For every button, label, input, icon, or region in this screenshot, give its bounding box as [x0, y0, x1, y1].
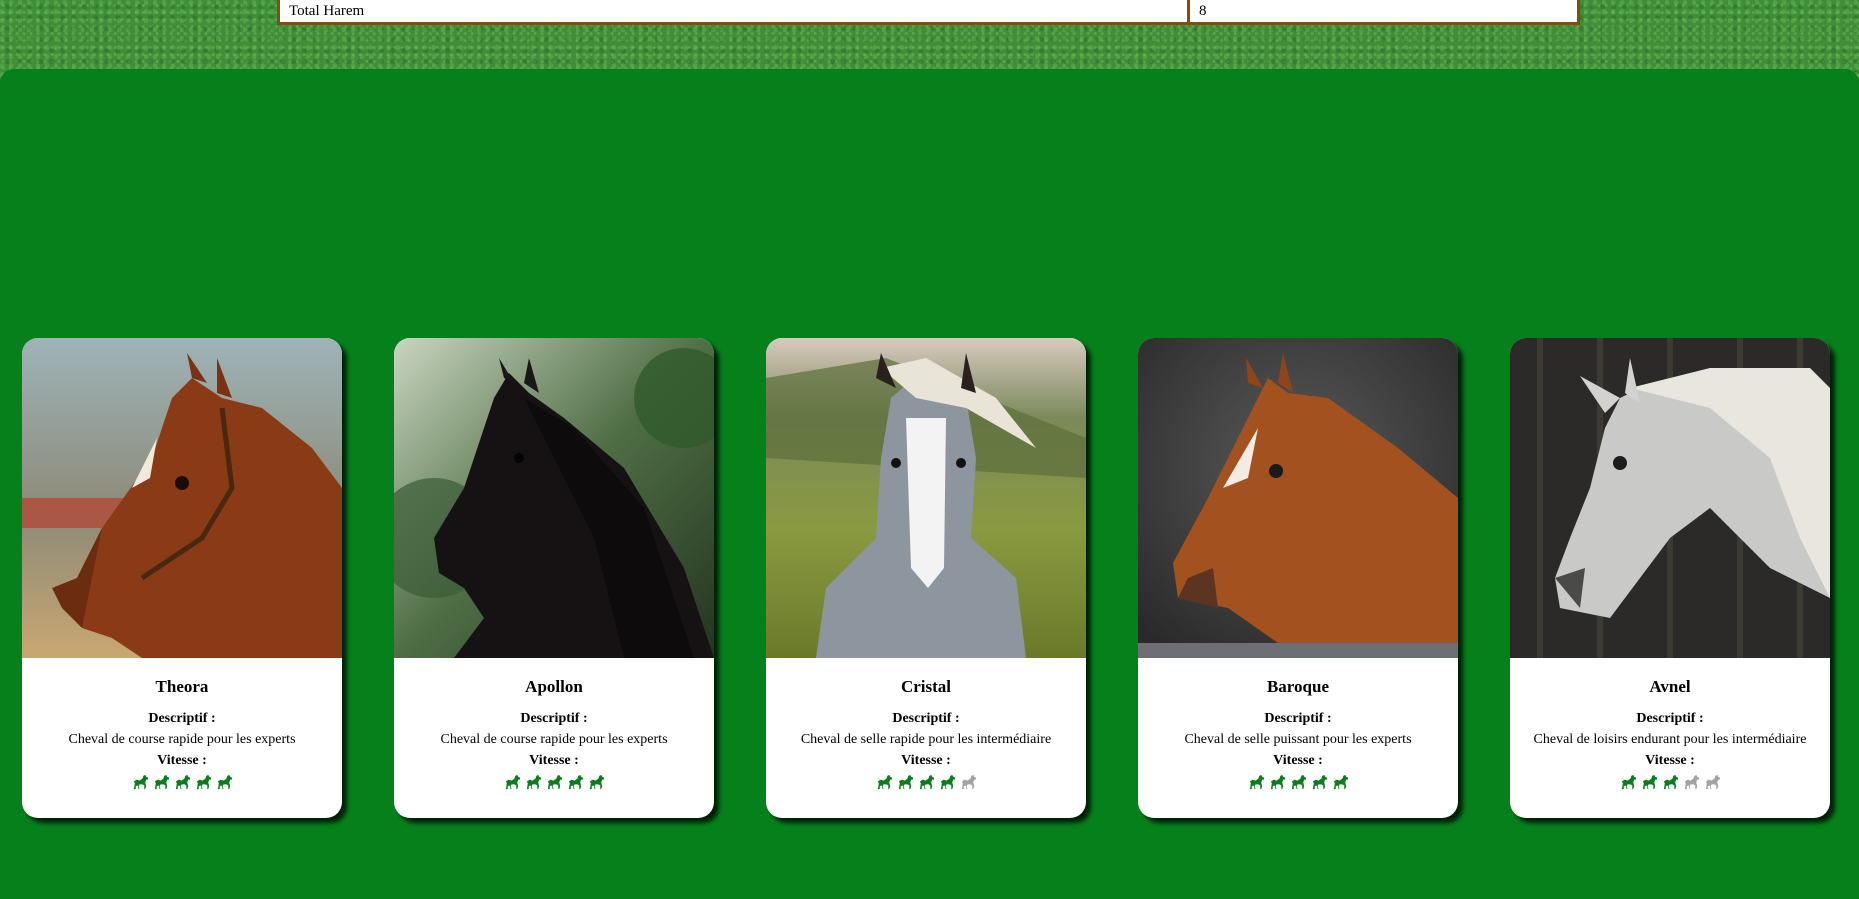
speed-horse-filled-icon [1331, 773, 1350, 791]
speed-horse-empty-icon [959, 773, 978, 791]
speed-label: Vitesse : [901, 753, 951, 768]
horse-photo [22, 338, 342, 658]
speed-horse-filled-icon [875, 773, 894, 791]
speed-horse-filled-icon [194, 773, 213, 791]
horse-name: Baroque [1266, 677, 1330, 696]
speed-horse-empty-icon [1682, 773, 1701, 791]
summary-value: 8 [1190, 0, 1577, 22]
description-text: Cheval de course rapide pour les experts [68, 732, 296, 747]
description-text: Cheval de course rapide pour les experts [440, 732, 668, 747]
speed-rating [1138, 773, 1458, 791]
horse-card-baroque[interactable]: Baroque Descriptif : Cheval de selle pui… [1138, 338, 1458, 818]
speed-horse-filled-icon [938, 773, 957, 791]
description-label: Descriptif : [520, 711, 588, 726]
horses-panel: Theora Descriptif : Cheval de course rap… [0, 69, 1859, 899]
horse-name: Apollon [525, 677, 583, 696]
horse-name: Theora [155, 677, 209, 696]
speed-horse-filled-icon [896, 773, 915, 791]
description-label: Descriptif : [1264, 711, 1332, 726]
speed-horse-filled-icon [587, 773, 606, 791]
speed-horse-filled-icon [503, 773, 522, 791]
horse-card-theora[interactable]: Theora Descriptif : Cheval de course rap… [22, 338, 342, 818]
speed-horse-filled-icon [1268, 773, 1287, 791]
speed-horse-filled-icon [131, 773, 150, 791]
speed-horse-filled-icon [545, 773, 564, 791]
horse-card-avnel[interactable]: Avnel Descriptif : Cheval de loisirs end… [1510, 338, 1830, 818]
speed-horse-filled-icon [917, 773, 936, 791]
speed-rating [22, 773, 342, 791]
speed-horse-filled-icon [1619, 773, 1638, 791]
speed-horse-filled-icon [1289, 773, 1308, 791]
horse-photo [1510, 338, 1830, 658]
speed-rating [1510, 773, 1830, 791]
description-label: Descriptif : [148, 711, 216, 726]
speed-label: Vitesse : [529, 753, 579, 768]
speed-horse-filled-icon [1310, 773, 1329, 791]
harem-summary-table: Total Harem 8 [277, 0, 1580, 25]
description-label: Descriptif : [1636, 711, 1704, 726]
description-text: Cheval de loisirs endurant pour les inte… [1533, 732, 1807, 747]
speed-horse-filled-icon [1640, 773, 1659, 791]
speed-horse-filled-icon [1661, 773, 1680, 791]
speed-horse-filled-icon [215, 773, 234, 791]
speed-rating [394, 773, 714, 791]
horse-name: Cristal [900, 677, 952, 696]
horse-card-list: Theora Descriptif : Cheval de course rap… [22, 338, 1830, 818]
speed-horse-filled-icon [566, 773, 585, 791]
horse-photo [1138, 338, 1458, 658]
horse-photo [394, 338, 714, 658]
horse-photo [766, 338, 1086, 658]
speed-horse-filled-icon [524, 773, 543, 791]
speed-label: Vitesse : [157, 753, 207, 768]
description-text: Cheval de selle puissant pour les expert… [1184, 732, 1412, 747]
speed-horse-filled-icon [1247, 773, 1266, 791]
speed-horse-empty-icon [1703, 773, 1722, 791]
horse-card-cristal[interactable]: Cristal Descriptif : Cheval de selle rap… [766, 338, 1086, 818]
speed-label: Vitesse : [1273, 753, 1323, 768]
speed-horse-filled-icon [152, 773, 171, 791]
summary-label: Total Harem [280, 0, 1187, 22]
horse-name: Avnel [1649, 677, 1691, 696]
horse-card-apollon[interactable]: Apollon Descriptif : Cheval de course ra… [394, 338, 714, 818]
speed-rating [766, 773, 1086, 791]
description-label: Descriptif : [892, 711, 960, 726]
speed-horse-filled-icon [173, 773, 192, 791]
description-text: Cheval de selle rapide pour les interméd… [800, 732, 1052, 747]
speed-label: Vitesse : [1645, 753, 1695, 768]
